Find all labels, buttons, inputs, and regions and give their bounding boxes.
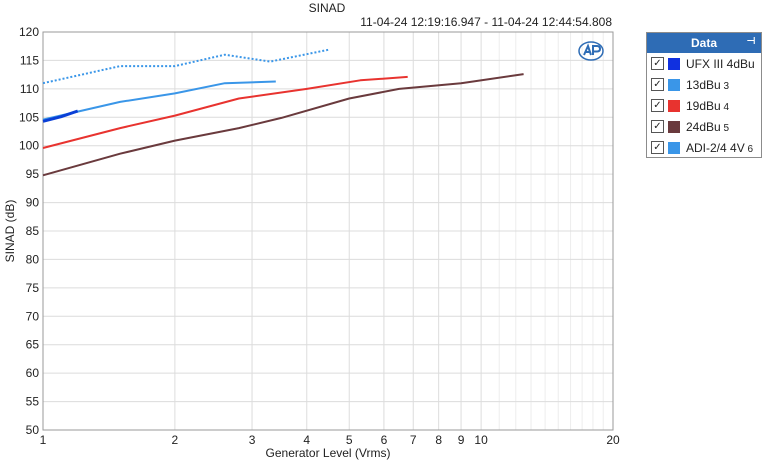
legend-item[interactable]: ✓ UFX III 4dBu xyxy=(647,53,761,74)
legend-series-name: 13dBu xyxy=(686,77,721,92)
series-line xyxy=(42,48,330,85)
y-tick-label: 100 xyxy=(19,139,39,153)
y-tick-label: 90 xyxy=(26,196,40,210)
ap-logo-icon xyxy=(578,41,604,61)
pin-icon[interactable]: ⊣ xyxy=(745,36,757,48)
y-tick-label: 50 xyxy=(26,423,40,437)
legend-items: ✓ UFX III 4dBu ✓ 13dBu 3 ✓ 19dBu 4 ✓ 24dBu 5 ✓ AD… xyxy=(647,53,761,158)
legend-series-name: 19dBu xyxy=(686,98,721,113)
y-tick-label: 95 xyxy=(26,167,40,181)
legend-item[interactable]: ✓ ADI-2/4 4V 6 xyxy=(647,137,761,158)
x-tick-label: 3 xyxy=(249,433,256,447)
series-line xyxy=(42,109,79,123)
chart-title: SINAD xyxy=(309,1,346,15)
legend-swatch xyxy=(668,120,680,133)
x-tick-label: 6 xyxy=(381,433,388,447)
legend-series-name: UFX III 4dBu xyxy=(686,56,755,71)
legend-swatch xyxy=(668,78,680,91)
y-tick-label: 65 xyxy=(26,338,40,352)
legend-channel-number: 6 xyxy=(744,143,754,155)
x-tick-label: 8 xyxy=(435,433,442,447)
legend-swatch xyxy=(668,99,680,112)
x-tick-label: 5 xyxy=(346,433,353,447)
legend-swatch xyxy=(668,141,680,154)
y-tick-label: 85 xyxy=(26,224,40,238)
legend-label: ADI-2/4 4V 6 xyxy=(686,141,753,155)
x-tick-label: 20 xyxy=(606,433,620,447)
legend-checkbox[interactable]: ✓ xyxy=(651,120,664,133)
legend-item[interactable]: ✓ 13dBu 3 xyxy=(647,74,761,95)
legend-label: 13dBu 3 xyxy=(686,78,729,92)
x-tick-label: 1 xyxy=(40,433,47,447)
legend-checkbox[interactable]: ✓ xyxy=(651,99,664,112)
series-layer xyxy=(42,48,524,177)
x-tick-label: 10 xyxy=(474,433,488,447)
legend-swatch xyxy=(668,57,680,70)
legend-panel: Data ⊣ ✓ UFX III 4dBu ✓ 13dBu 3 ✓ 19dBu 4 ✓ 24d… xyxy=(646,32,762,158)
y-tick-label: 75 xyxy=(26,281,40,295)
legend-checkbox[interactable]: ✓ xyxy=(651,78,664,91)
legend-channel-number: 4 xyxy=(720,101,730,113)
y-tick-label: 105 xyxy=(19,110,39,124)
y-tick-label: 70 xyxy=(26,309,40,323)
legend-channel-number: 5 xyxy=(720,122,730,134)
legend-item[interactable]: ✓ 24dBu 5 xyxy=(647,116,761,137)
y-tick-label: 55 xyxy=(26,395,40,409)
legend-series-name: ADI-2/4 4V xyxy=(686,140,745,155)
x-axis-label: Generator Level (Vrms) xyxy=(266,446,391,460)
tick-labels: 1 2 3 4 5 6 7 8 9 10 20 50 55 60 65 70 75 80 85 90 95 100 105 1… xyxy=(19,25,620,447)
y-tick-label: 110 xyxy=(20,82,39,96)
legend-header: Data ⊣ xyxy=(647,33,761,53)
chart-subtitle: 11-04-24 12:19:16.947 - 11-04-24 12:44:5… xyxy=(360,15,612,29)
legend-label: 24dBu 5 xyxy=(686,120,729,134)
series-line xyxy=(42,75,408,149)
x-tick-label: 2 xyxy=(172,433,179,447)
x-tick-label: 9 xyxy=(458,433,465,447)
y-tick-label: 115 xyxy=(20,53,39,67)
y-tick-label: 120 xyxy=(19,25,39,39)
legend-checkbox[interactable]: ✓ xyxy=(651,141,664,154)
legend-series-name: 24dBu xyxy=(686,119,721,134)
legend-label: UFX III 4dBu xyxy=(686,57,755,71)
x-tick-label: 4 xyxy=(303,433,310,447)
grid xyxy=(42,31,614,431)
legend-checkbox[interactable]: ✓ xyxy=(651,57,664,70)
x-tick-label: 7 xyxy=(410,433,417,447)
y-axis-label: SINAD (dB) xyxy=(3,200,17,263)
y-tick-label: 60 xyxy=(26,366,40,380)
series-line xyxy=(42,80,276,121)
legend-title: Data xyxy=(690,36,717,50)
legend-label: 19dBu 4 xyxy=(686,99,729,113)
legend-item[interactable]: ✓ 19dBu 4 xyxy=(647,95,761,116)
legend-channel-number: 3 xyxy=(720,80,730,92)
y-tick-label: 80 xyxy=(26,252,40,266)
